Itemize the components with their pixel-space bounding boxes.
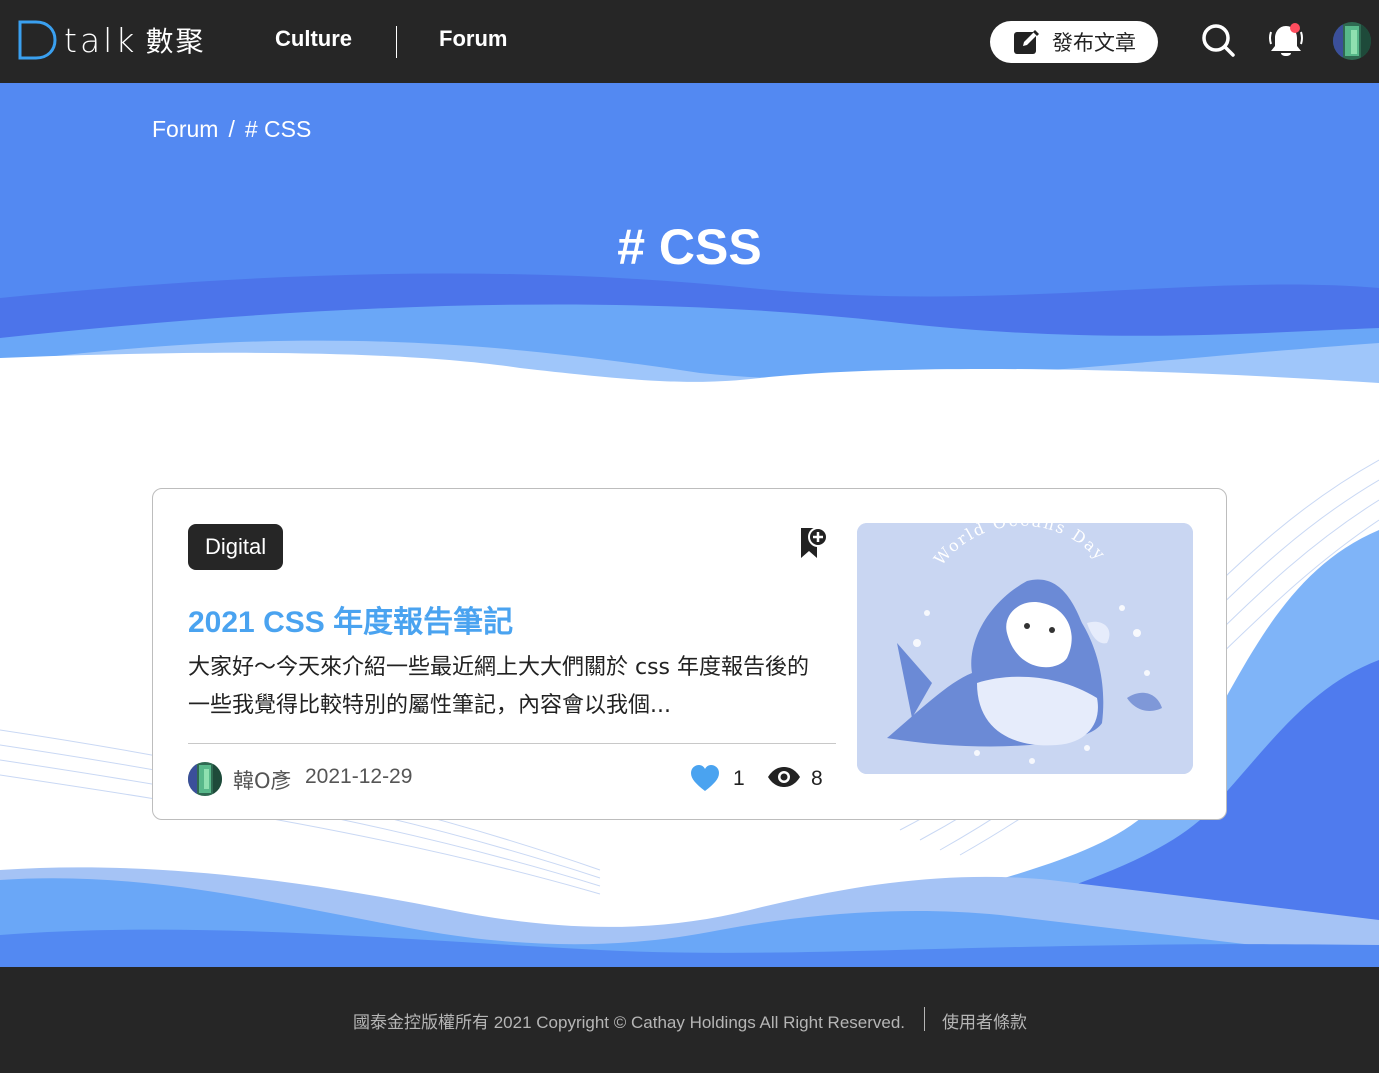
avatar-image (1333, 22, 1371, 60)
publish-article-button[interactable]: 發布文章 (990, 21, 1158, 63)
logo-text: talk (64, 20, 138, 60)
breadcrumb-current: # CSS (244, 116, 312, 142)
logo-cn-text: 數聚 (145, 25, 206, 58)
post-thumbnail[interactable]: World Oceans Day (857, 523, 1193, 774)
author-name[interactable]: 韓O彥 (233, 765, 292, 795)
breadcrumb: Forum / # CSS (152, 116, 311, 143)
category-tag[interactable]: Digital (188, 524, 284, 570)
dtalk-logo[interactable]: talk 數聚 (16, 18, 205, 62)
nav-divider (396, 26, 397, 58)
breadcrumb-separator: / (228, 116, 235, 142)
search-icon[interactable] (1200, 22, 1236, 58)
terms-of-use-link[interactable]: 使用者條款 (942, 1008, 1027, 1033)
footer-copyright: 國泰金控版權所有 2021 Copyright © Cathay Holding… (353, 1013, 906, 1032)
view-count: 8 (811, 767, 823, 790)
heart-icon[interactable] (690, 764, 720, 792)
nav-forum[interactable]: Forum (439, 26, 507, 52)
like-count: 1 (733, 767, 745, 790)
post-excerpt: 大家好～今天來介紹一些最近網上大大們關於 css 年度報告後的一些我覺得比較特別… (188, 655, 810, 718)
footer: 國泰金控版權所有 2021 Copyright © Cathay Holding… (0, 967, 1379, 1073)
publish-article-label: 發布文章 (1052, 31, 1136, 55)
post-card[interactable]: Digital 2021 CSS 年度報告筆記 大家好～今天來介紹一些最近網上大… (152, 488, 1227, 820)
page-title: # CSS (617, 219, 762, 275)
card-divider (188, 743, 836, 744)
top-navbar: talk 數聚 Culture Forum 發布文章 (0, 0, 1379, 83)
author-avatar[interactable] (188, 762, 222, 796)
bookmark-plus-icon[interactable] (798, 526, 828, 560)
post-date: 2021-12-29 (305, 765, 413, 788)
post-title[interactable]: 2021 CSS 年度報告筆記 (188, 597, 513, 641)
user-avatar[interactable] (1333, 22, 1371, 60)
logo-d-icon (18, 20, 57, 60)
author-avatar-image (188, 762, 222, 796)
pencil-square-icon (1014, 30, 1039, 54)
bell-icon[interactable] (1268, 22, 1304, 60)
breadcrumb-forum[interactable]: Forum (152, 116, 218, 143)
world-oceans-day-illustration: World Oceans Day (857, 523, 1193, 774)
eye-icon (768, 767, 800, 787)
footer-divider (924, 1007, 925, 1031)
nav-culture[interactable]: Culture (275, 26, 352, 52)
